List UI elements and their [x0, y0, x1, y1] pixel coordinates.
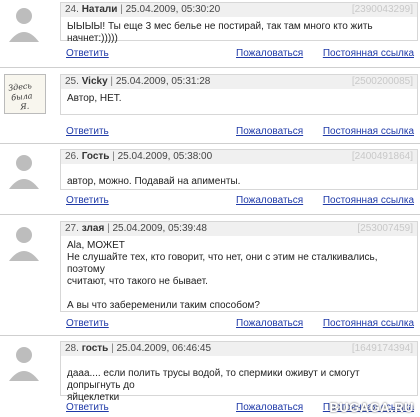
divider — [0, 143, 420, 144]
complain-link[interactable]: Пожаловаться — [236, 402, 303, 413]
comment-body: Автор, НЕТ. — [60, 89, 418, 115]
comment-header: 27. злая | 25.04.2009, 05:39:48 [2530074… — [60, 221, 418, 236]
svg-text:была: была — [11, 91, 33, 102]
divider — [0, 67, 420, 68]
watermark: BUGAGA.RU — [329, 400, 414, 415]
comment-header: 26. Гость | 25.04.2009, 05:38:00 [240049… — [60, 149, 418, 164]
comment-number: 24. — [65, 4, 79, 15]
avatar-placeholder-icon — [9, 227, 39, 261]
reply-link[interactable]: Ответить — [66, 195, 109, 206]
complain-link[interactable]: Пожаловаться — [236, 48, 303, 59]
avatar-placeholder-icon — [9, 347, 39, 381]
handwritten-avatar-icon: Здесь была Я. — [8, 81, 33, 112]
complain-link[interactable]: Пожаловаться — [236, 195, 303, 206]
permalink-link[interactable]: Постоянная ссылка — [323, 195, 414, 206]
comment-body: Ala, МОЖЕТ Не слушайте тех, кто говорит,… — [60, 236, 418, 312]
comment-24: 24. Натали | 25.04.2009, 05:30:20 [23900… — [0, 0, 420, 62]
comment-id: [2390043299] — [351, 4, 413, 15]
comment-27: 27. злая | 25.04.2009, 05:39:48 [2530074… — [0, 219, 420, 331]
comment-25: Здесь была Я. 25. Vicky | 25.04.2009, 05… — [0, 72, 420, 140]
complain-link[interactable]: Пожаловаться — [236, 126, 303, 137]
permalink-link[interactable]: Постоянная ссылка — [323, 318, 414, 329]
comment-body: ЫЫЫЫ! Ты еще 3 мес белье не постирай, та… — [60, 17, 418, 44]
divider — [0, 214, 420, 215]
avatar-placeholder-icon — [9, 8, 39, 42]
comment-body: дааа.... если полить трусы водой, то спе… — [60, 356, 418, 403]
svg-text:Я.: Я. — [19, 102, 30, 112]
comment-header: 25. Vicky | 25.04.2009, 05:31:28 [250020… — [60, 74, 418, 89]
permalink-link[interactable]: Постоянная ссылка — [323, 126, 414, 137]
reply-link[interactable]: Ответить — [66, 48, 109, 59]
reply-link[interactable]: Ответить — [66, 126, 109, 137]
comment-header: 28. гость | 25.04.2009, 06:46:45 [164917… — [60, 341, 418, 356]
complain-link[interactable]: Пожаловаться — [236, 318, 303, 329]
comment-author: Натали — [81, 4, 118, 15]
permalink-link[interactable]: Постоянная ссылка — [323, 48, 414, 59]
reply-link[interactable]: Ответить — [66, 402, 109, 413]
divider — [0, 335, 420, 336]
avatar-placeholder-icon — [9, 155, 39, 189]
avatar: Здесь была Я. — [4, 74, 46, 114]
reply-link[interactable]: Ответить — [66, 318, 109, 329]
comment-header: 24. Натали | 25.04.2009, 05:30:20 [23900… — [60, 2, 418, 17]
comment-26: 26. Гость | 25.04.2009, 05:38:00 [240049… — [0, 147, 420, 207]
comment-body: автор, можно. Подавай на апименты. — [60, 164, 418, 190]
comment-date: 25.04.2009, 05:30:20 — [125, 4, 221, 15]
